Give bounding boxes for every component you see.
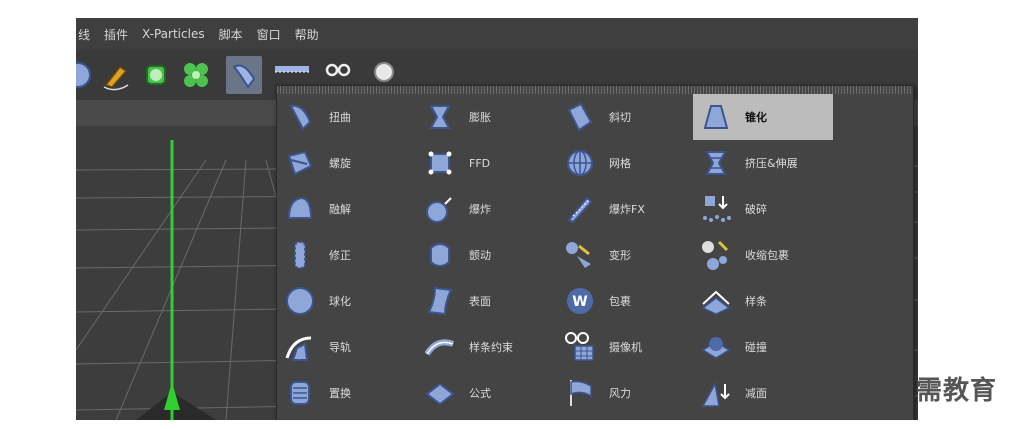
cube-generator-icon xyxy=(146,65,166,85)
shatter-icon xyxy=(703,196,731,222)
displacer-icon xyxy=(290,381,310,405)
pen-tool-button[interactable] xyxy=(98,56,134,94)
menu-script[interactable]: 脚本 xyxy=(219,26,243,43)
wind-icon xyxy=(570,380,592,406)
menu-item-wind[interactable]: 风力 xyxy=(557,370,697,416)
menu-item-collision[interactable]: 碰撞 xyxy=(693,324,833,370)
menu-item-mesh[interactable]: 网格 xyxy=(557,140,697,186)
menu-item-squash-stretch[interactable]: 挤压&伸展 xyxy=(693,140,833,186)
menu-item-bend[interactable]: 扭曲 xyxy=(277,94,417,140)
ffd-icon xyxy=(428,151,452,175)
formula-icon xyxy=(425,382,455,406)
cloner-button[interactable] xyxy=(178,56,214,94)
deformer-button[interactable] xyxy=(226,56,262,94)
menu-item-spline[interactable]: 样条 xyxy=(693,278,833,324)
menu-item-surface[interactable]: 表面 xyxy=(417,278,557,324)
menu-column-4: 锥化 挤压&伸展 破碎 收缩包裹 样条 碰撞 减面 xyxy=(693,94,833,416)
svg-text:W: W xyxy=(572,294,587,310)
polygon-reduction-icon xyxy=(701,381,730,407)
shear-icon xyxy=(567,102,593,132)
menu-item-spline-wrap[interactable]: 样条约束 xyxy=(417,324,557,370)
menu-item-shatter[interactable]: 破碎 xyxy=(693,186,833,232)
rail-icon xyxy=(285,336,312,361)
menu-column-3: 斜切 网格 爆炸FX 变形 W 包裹 摄像机 风力 xyxy=(557,94,697,416)
menu-plugins[interactable]: 插件 xyxy=(104,26,128,43)
menu-item-taper[interactable]: 锥化 xyxy=(693,94,833,140)
bend-deformer-icon xyxy=(232,64,256,89)
menu-window[interactable]: 窗口 xyxy=(257,26,281,43)
menu-column-1: 扭曲 螺旋 融解 修正 球化 导轨 置换 xyxy=(277,94,417,416)
menu-item-displacer[interactable]: 置换 xyxy=(277,370,417,416)
melt-icon xyxy=(287,196,313,219)
menu-item-shear[interactable]: 斜切 xyxy=(557,94,697,140)
spline-wrap-icon xyxy=(424,339,455,356)
collision-icon xyxy=(701,337,731,359)
menu-spline[interactable]: 线 xyxy=(78,26,90,43)
menu-item-morph[interactable]: 变形 xyxy=(557,232,697,278)
menu-item-ffd[interactable]: FFD xyxy=(417,140,557,186)
menu-item-formula[interactable]: 公式 xyxy=(417,370,557,416)
menu-tearoff-grip[interactable] xyxy=(277,86,913,94)
pen-icon xyxy=(103,65,129,91)
menu-help[interactable]: 帮助 xyxy=(295,26,319,43)
surface-icon xyxy=(427,286,453,316)
menu-item-rail[interactable]: 导轨 xyxy=(277,324,417,370)
deformer-dropdown-menu: 扭曲 螺旋 融解 修正 球化 导轨 置换 膨胀 FFD 爆炸 颤动 表面 样条约… xyxy=(276,85,914,420)
watermark-text: 需教育 xyxy=(916,376,998,406)
menu-item-bulge[interactable]: 膨胀 xyxy=(417,94,557,140)
explosion-icon xyxy=(426,197,452,223)
correction-icon xyxy=(294,241,306,269)
twist-icon xyxy=(287,150,313,176)
menu-item-jiggle[interactable]: 颤动 xyxy=(417,232,557,278)
menu-item-shrink-wrap[interactable]: 收缩包裹 xyxy=(693,232,833,278)
shrink-wrap-icon xyxy=(702,240,729,270)
menu-item-melt[interactable]: 融解 xyxy=(277,186,417,232)
bend-icon xyxy=(289,104,312,131)
bulge-icon xyxy=(429,105,451,129)
cinema4d-window: 线 插件 X-Particles 脚本 窗口 帮助 扭曲 螺旋 融解 修正 球化… xyxy=(76,18,918,420)
spline-icon xyxy=(701,290,731,315)
sphere-tool-button[interactable] xyxy=(76,56,96,94)
menu-item-twist[interactable]: 螺旋 xyxy=(277,140,417,186)
cube-generator-button[interactable] xyxy=(138,56,174,94)
cloner-icon xyxy=(184,63,208,87)
menu-item-camera-deformer[interactable]: 摄像机 xyxy=(557,324,697,370)
taper-icon xyxy=(703,105,729,129)
menu-bar: 线 插件 X-Particles 脚本 窗口 帮助 xyxy=(76,18,918,50)
morph-icon xyxy=(566,242,591,268)
wrap-icon: W xyxy=(567,288,593,314)
mesh-icon xyxy=(567,150,593,176)
menu-item-explosion[interactable]: 爆炸 xyxy=(417,186,557,232)
spherify-icon xyxy=(286,287,314,315)
menu-item-polygon-reduction[interactable]: 减面 xyxy=(693,370,833,416)
explosion-fx-icon xyxy=(567,196,593,224)
menu-item-spherify[interactable]: 球化 xyxy=(277,278,417,324)
menu-x-particles[interactable]: X-Particles xyxy=(142,27,205,41)
camera-deformer-icon xyxy=(565,332,594,361)
menu-item-wrap[interactable]: W 包裹 xyxy=(557,278,697,324)
menu-item-correction[interactable]: 修正 xyxy=(277,232,417,278)
menu-item-explosion-fx[interactable]: 爆炸FX xyxy=(557,186,697,232)
squash-stretch-icon xyxy=(705,151,727,175)
jiggle-icon xyxy=(430,243,450,267)
sphere-icon xyxy=(76,62,91,88)
menu-column-2: 膨胀 FFD 爆炸 颤动 表面 样条约束 公式 xyxy=(417,94,557,416)
